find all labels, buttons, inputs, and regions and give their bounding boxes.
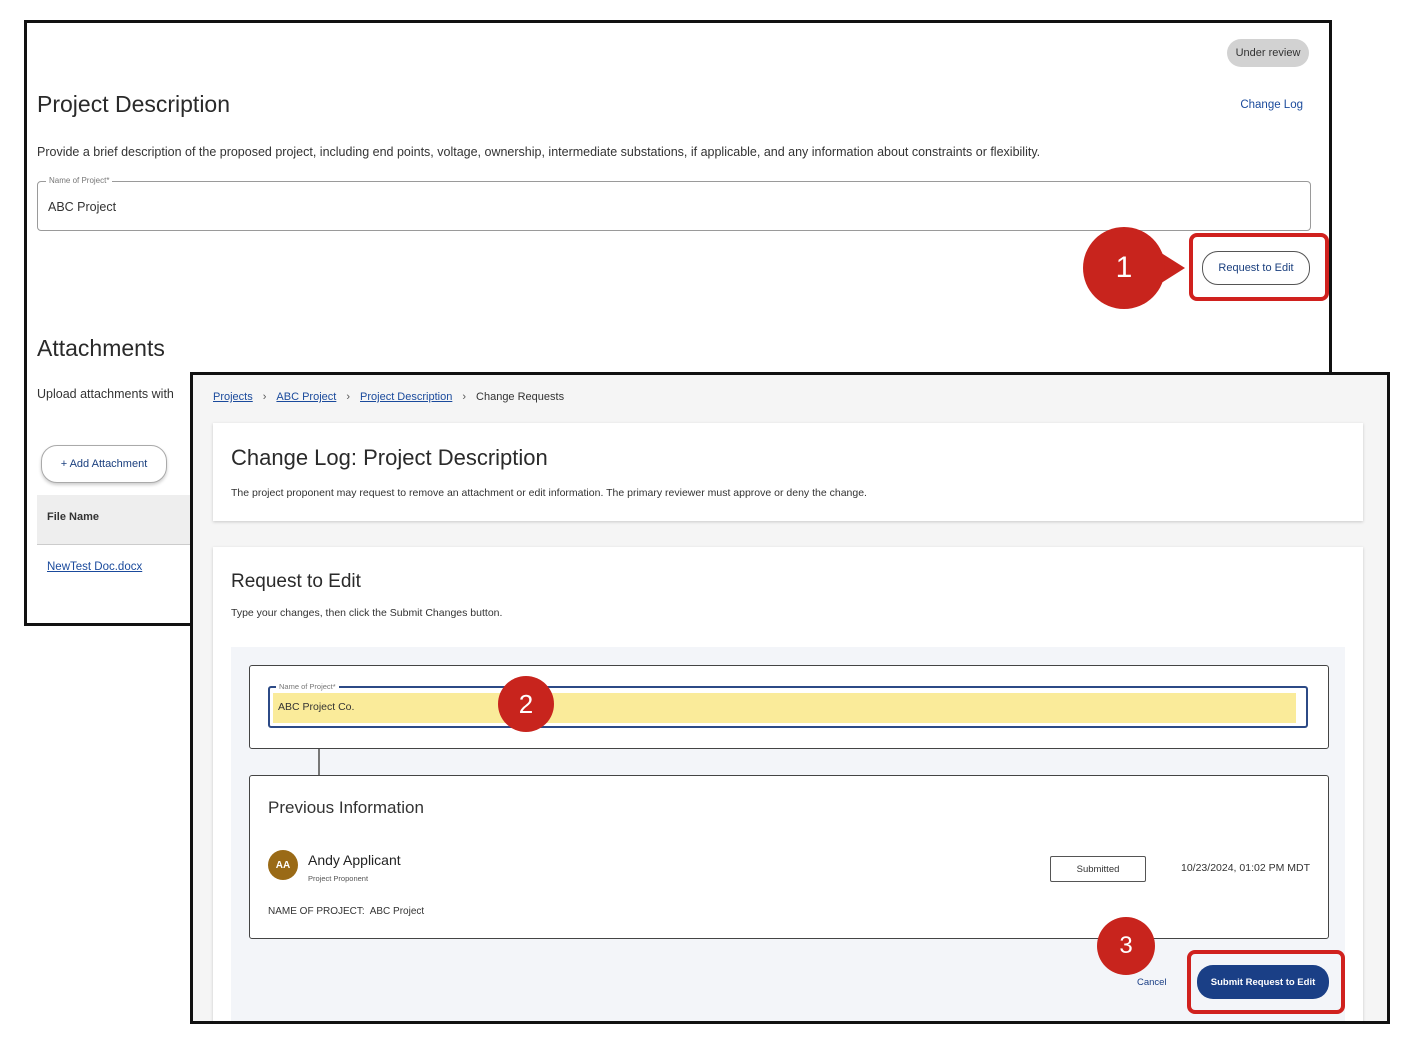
- request-edit-button[interactable]: Request to Edit: [1202, 251, 1310, 285]
- changelog-header-card: Change Log: Project Description The proj…: [213, 423, 1363, 521]
- changelog-title: Change Log: Project Description: [231, 445, 548, 470]
- page-title: Project Description: [37, 91, 231, 117]
- cancel-button[interactable]: Cancel: [1137, 977, 1167, 988]
- request-description: Type your changes, then click the Submit…: [231, 607, 503, 619]
- previous-info-box: Previous Information AA Andy Applicant P…: [249, 775, 1329, 939]
- submit-request-button[interactable]: Submit Request to Edit: [1197, 965, 1329, 999]
- field-value: ABC Project Co.: [278, 701, 355, 713]
- page-description: Provide a brief description of the propo…: [37, 145, 1041, 159]
- chevron-right-icon: ›: [462, 391, 467, 403]
- change-log-link[interactable]: Change Log: [1240, 99, 1303, 111]
- previous-field: NAME OF PROJECT: ABC Project: [268, 906, 424, 917]
- field-label: Name of Project*: [276, 682, 339, 692]
- timestamp: 10/23/2024, 01:02 PM MDT: [1181, 862, 1310, 874]
- field-value: ABC Project: [48, 200, 117, 214]
- previous-field-label: NAME OF PROJECT:: [268, 906, 365, 917]
- connector-line: [318, 749, 320, 775]
- submitted-badge: Submitted: [1050, 856, 1146, 882]
- attachments-description: Upload attachments with: [37, 387, 174, 401]
- project-name-input[interactable]: Name of Project* ABC Project Co.: [268, 682, 1308, 728]
- add-attachment-button[interactable]: + Add Attachment: [41, 445, 167, 483]
- field-label: Name of Project*: [46, 176, 113, 186]
- breadcrumb-projects[interactable]: Projects: [213, 391, 253, 403]
- user-name: Andy Applicant: [308, 852, 401, 868]
- change-log-window: Projects › ABC Project › Project Descrip…: [190, 372, 1390, 1024]
- breadcrumb: Projects › ABC Project › Project Descrip…: [213, 391, 564, 403]
- status-badge: Under review: [1227, 39, 1309, 67]
- request-title: Request to Edit: [231, 571, 361, 592]
- attachments-title: Attachments: [37, 335, 165, 361]
- breadcrumb-abc-project[interactable]: ABC Project: [276, 391, 336, 403]
- callout-1: 1: [1083, 227, 1165, 309]
- edit-panel: Name of Project* ABC Project Co. 2 Previ…: [231, 647, 1345, 1021]
- callout-2: 2: [498, 676, 554, 732]
- user-role: Project Proponent: [308, 874, 369, 883]
- field-highlight: [273, 693, 1296, 723]
- request-edit-card: Request to Edit Type your changes, then …: [213, 547, 1363, 1021]
- project-name-field[interactable]: Name of Project* ABC Project: [37, 176, 1311, 231]
- breadcrumb-project-description[interactable]: Project Description: [360, 391, 452, 403]
- changelog-description: The project proponent may request to rem…: [231, 487, 867, 499]
- previous-info-title: Previous Information: [268, 798, 424, 817]
- edit-field-box: Name of Project* ABC Project Co. 2: [249, 665, 1329, 749]
- chevron-right-icon: ›: [346, 391, 351, 403]
- previous-field-value: ABC Project: [369, 906, 425, 917]
- breadcrumb-current: Change Requests: [476, 391, 565, 403]
- file-link[interactable]: NewTest Doc.docx: [47, 561, 142, 573]
- avatar: AA: [268, 850, 298, 880]
- callout-3: 3: [1097, 917, 1155, 975]
- chevron-right-icon: ›: [262, 391, 267, 403]
